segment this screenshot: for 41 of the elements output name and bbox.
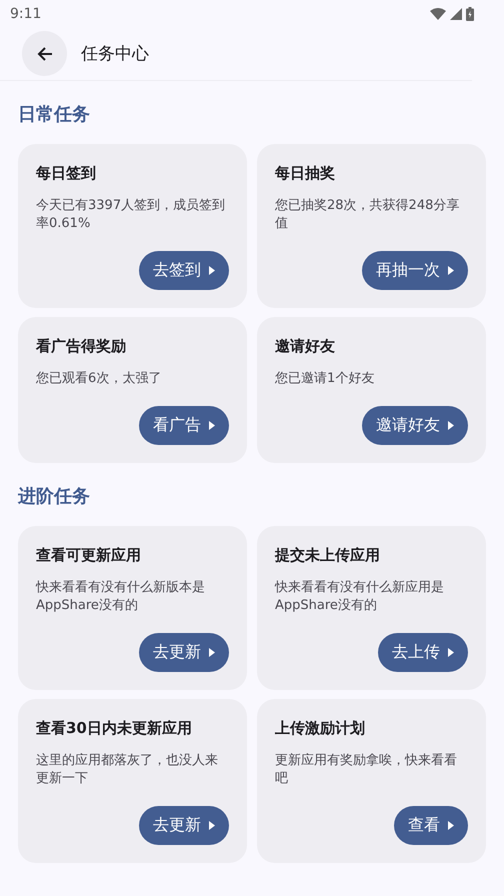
task-action-button[interactable]: 看广告 — [139, 406, 229, 445]
task-action-button[interactable]: 查看 — [394, 806, 468, 845]
task-title: 每日抽奖 — [275, 163, 336, 183]
task-title: 邀请好友 — [275, 336, 336, 356]
task-title: 提交未上传应用 — [275, 545, 381, 565]
section-title: 日常任务 — [17, 103, 91, 126]
task-description: 今天已有3397人签到，成员签到率0.61% — [36, 197, 226, 233]
task-title: 上传激励计划 — [275, 718, 366, 738]
task-action-button[interactable]: 去上传 — [378, 633, 468, 672]
task-description: 快来看看有没有什么新版本是AppShare没有的 — [36, 579, 206, 615]
task-action-button[interactable]: 邀请好友 — [362, 406, 468, 445]
caret-icon — [448, 821, 454, 830]
battery-icon — [466, 7, 474, 21]
task-action-button[interactable]: 去更新 — [139, 633, 229, 672]
task-description: 您已邀请1个好友 — [275, 370, 376, 388]
back-arrow-icon — [36, 46, 52, 62]
task-action-button[interactable]: 去签到 — [139, 251, 229, 290]
caret-icon — [209, 266, 215, 275]
task-description: 快来看看有没有什么新应用是AppShare没有的 — [275, 579, 445, 615]
page-title: 任务中心 — [81, 43, 149, 65]
task-description: 您已观看6次，太强了 — [36, 370, 162, 388]
task-action-button[interactable]: 再抽一次 — [362, 251, 468, 290]
signal-icon — [450, 8, 462, 20]
status-time: 9:11 — [10, 6, 42, 22]
task-description: 更新应用有奖励拿唉，快来看看吧 — [275, 752, 458, 788]
wifi-icon — [430, 8, 446, 20]
caret-icon — [448, 266, 454, 275]
task-description: 这里的应用都落灰了，也没人来更新一下 — [36, 752, 219, 788]
caret-icon — [448, 421, 454, 430]
caret-icon — [209, 821, 215, 830]
task-description: 您已抽奖28次，共获得248分享值 — [275, 197, 460, 233]
task-title: 看广告得奖励 — [36, 336, 127, 356]
task-title: 查看30日内未更新应用 — [36, 718, 193, 738]
task-action-button[interactable]: 去更新 — [139, 806, 229, 845]
task-title: 查看可更新应用 — [36, 545, 142, 565]
caret-icon — [209, 421, 215, 430]
task-title: 每日签到 — [36, 163, 97, 183]
caret-icon — [448, 648, 454, 657]
caret-icon — [209, 648, 215, 657]
back-button[interactable] — [22, 31, 67, 76]
section-title: 进阶任务 — [16, 485, 91, 508]
